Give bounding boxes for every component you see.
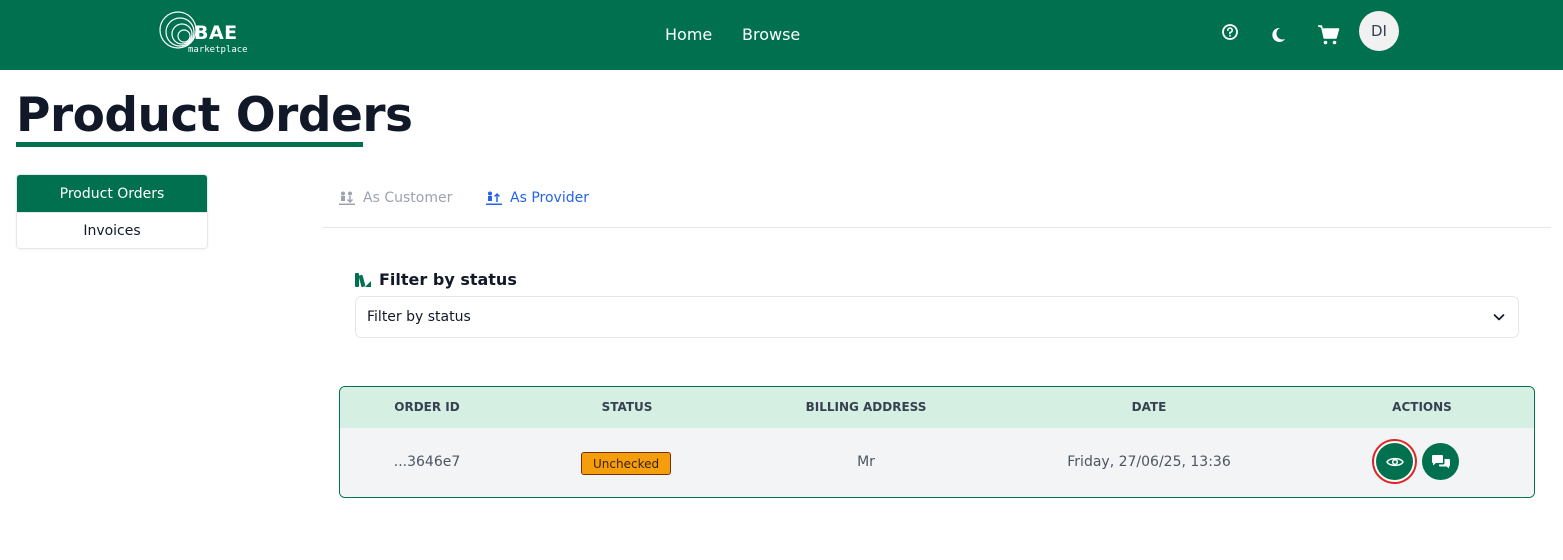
chevron-down-icon (1493, 314, 1505, 321)
billing-address-cell: Mr (857, 454, 875, 470)
status-filter-select[interactable]: Filter by status (355, 296, 1519, 338)
column-header-actions: ACTIONS (1392, 400, 1452, 414)
status-filter-value: Filter by status (367, 309, 471, 325)
table-header: ORDER ID STATUS BILLING ADDRESS DATE ACT… (340, 387, 1534, 428)
column-header-order-id: ORDER ID (394, 400, 460, 414)
status-badge: Unchecked (581, 452, 672, 475)
date-cell: Friday, 27/06/25, 13:36 (1067, 454, 1231, 470)
nav-browse[interactable]: Browse (742, 25, 800, 44)
chat-icon (1431, 454, 1450, 468)
title-underline (16, 142, 363, 147)
view-icon (1385, 457, 1404, 466)
filter-status-icon (355, 272, 371, 287)
user-avatar[interactable]: DI (1359, 11, 1399, 51)
provider-icon (486, 191, 502, 205)
bae-marketplace-logo[interactable]: BAE marketplace (158, 10, 258, 60)
tab-divider (322, 227, 1551, 228)
chat-order-button[interactable] (1422, 443, 1459, 480)
top-navbar: BAE marketplace Home Browse DI (0, 0, 1563, 70)
page-title: Product Orders (16, 88, 413, 143)
column-header-status: STATUS (601, 400, 653, 414)
tab-as-provider-label: As Provider (510, 190, 589, 206)
column-header-billing-address: BILLING ADDRESS (805, 400, 927, 414)
logo-rings-icon (159, 11, 197, 49)
tab-as-customer[interactable]: As Customer (339, 190, 452, 206)
side-menu: Product Orders Invoices (16, 174, 208, 249)
table-row: ...3646e7 Unchecked Mr Friday, 27/06/25,… (340, 428, 1534, 497)
moon-icon[interactable] (1268, 25, 1290, 47)
tab-as-customer-label: As Customer (363, 190, 453, 206)
help-icon[interactable] (1220, 22, 1242, 44)
tab-as-provider[interactable]: As Provider (486, 190, 589, 206)
logo-text: BAE (194, 22, 238, 44)
column-header-date: DATE (1131, 400, 1167, 414)
filter-label-text: Filter by status (379, 270, 517, 289)
cart-icon[interactable] (1317, 24, 1340, 46)
side-menu-item-invoices[interactable]: Invoices (17, 212, 207, 248)
order-id-cell: ...3646e7 (393, 454, 461, 470)
orders-table: ORDER ID STATUS BILLING ADDRESS DATE ACT… (339, 386, 1535, 498)
filter-heading: Filter by status (355, 270, 517, 289)
customer-icon (339, 191, 355, 205)
logo-subtext: marketplace (188, 45, 248, 55)
nav-home[interactable]: Home (665, 25, 712, 44)
side-menu-item-product-orders[interactable]: Product Orders (17, 175, 207, 212)
view-order-button[interactable] (1376, 443, 1413, 480)
